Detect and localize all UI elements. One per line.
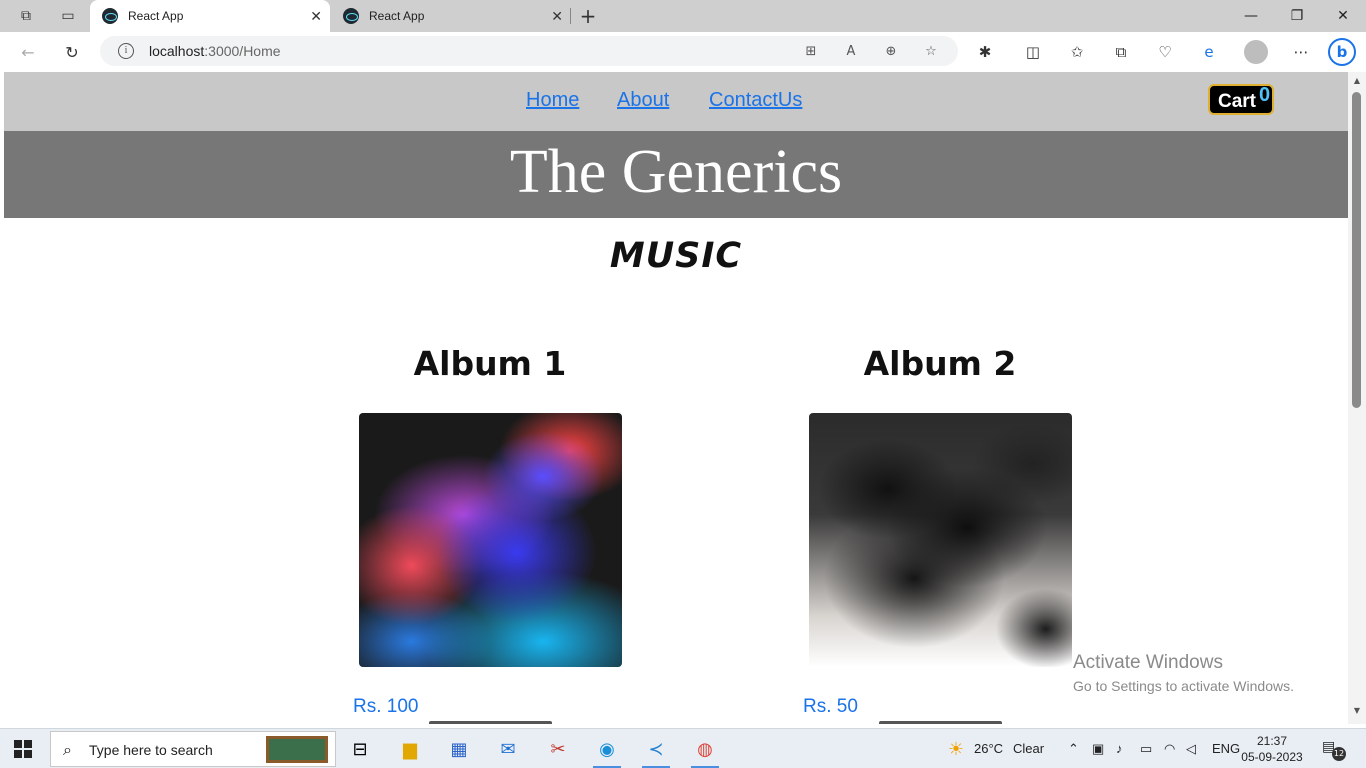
react-favicon-icon (102, 8, 118, 24)
notification-count-badge: 12 (1332, 747, 1346, 761)
scroll-down-arrow-icon[interactable]: ▼ (1352, 706, 1362, 716)
edge-browser-icon[interactable]: ◉ (591, 733, 623, 768)
back-arrow-icon[interactable]: ← (16, 40, 40, 64)
close-tab-icon[interactable]: ✕ (310, 8, 322, 25)
weather-icon[interactable]: ☀ (940, 733, 972, 765)
language-indicator[interactable]: ENG (1212, 741, 1240, 756)
address-bar[interactable]: i localhost:3000/Home ⊞ A ⊕ ☆ (100, 36, 958, 66)
clock-time: 21:37 (1256, 734, 1288, 748)
windows-taskbar: ⌕ Type here to search ⊟ ▆ ▦ ✉ ✂ ◉ ≺ ◍ ☀ … (0, 728, 1366, 768)
weather-temperature[interactable]: 26°C (974, 741, 1003, 756)
more-menu-icon[interactable]: ⋯ (1290, 41, 1312, 63)
scrollbar-thumb[interactable] (1352, 92, 1361, 408)
album-title: Album 2 (863, 344, 1017, 383)
app-available-icon[interactable]: ⊞ (802, 42, 820, 60)
chrome-icon[interactable]: ◍ (689, 733, 721, 768)
profile-avatar[interactable] (1244, 40, 1268, 64)
add-to-cart-button[interactable] (429, 721, 552, 724)
tab-title: React App (128, 9, 184, 23)
notification-center-icon[interactable]: ▤ 12 (1322, 739, 1346, 761)
tab-actions-icon[interactable]: ▭ (58, 6, 78, 26)
vscode-icon[interactable]: ≺ (640, 733, 672, 768)
nav-link-contactus[interactable]: ContactUs (709, 89, 802, 112)
album-image-black-ink[interactable] (809, 413, 1072, 667)
section-heading: MUSIC (609, 236, 743, 276)
windows-start-icon[interactable] (14, 740, 32, 758)
album-title: Album 1 (413, 344, 567, 383)
restore-button[interactable]: ❐ (1274, 0, 1320, 32)
url-text[interactable]: localhost:3000/Home (149, 43, 281, 59)
site-info-icon[interactable]: i (118, 43, 134, 59)
file-explorer-icon[interactable]: ▆ (394, 733, 426, 765)
cart-label: Cart (1218, 91, 1257, 112)
react-favicon-icon (343, 8, 359, 24)
browser-tab[interactable]: React App ✕ (331, 0, 571, 32)
browser-tab-bar: ⧉ ▭ React App ✕ React App ✕ + — ❐ ✕ (0, 0, 1366, 32)
browser-toolbar: ← ↻ i localhost:3000/Home ⊞ A ⊕ ☆ ✱ ◫ ✩ … (0, 32, 1366, 72)
album-price: Rs. 50 (803, 696, 858, 717)
new-tab-button[interactable]: + (578, 4, 598, 28)
search-highlight-image[interactable] (266, 736, 328, 763)
page-scrollbar[interactable]: ▲ ▼ (1348, 72, 1366, 724)
minimize-button[interactable]: — (1228, 0, 1274, 32)
snipping-tool-icon[interactable]: ✂ (542, 733, 574, 765)
volume-muted-icon[interactable]: ◁ (1186, 741, 1196, 757)
microphone-icon[interactable]: ♪ (1116, 741, 1123, 756)
hero-banner: The Generics (4, 131, 1348, 218)
system-clock[interactable]: 21:37 05-09-2023 (1240, 733, 1304, 765)
show-hidden-icons-chevron-icon[interactable]: ⌃ (1068, 741, 1079, 757)
watermark-heading: Activate Windows (1073, 652, 1223, 673)
wifi-icon[interactable]: ◠ (1164, 741, 1175, 757)
scroll-up-arrow-icon[interactable]: ▲ (1352, 76, 1362, 86)
favorite-star-icon[interactable]: ☆ (922, 42, 940, 60)
search-icon: ⌕ (63, 740, 72, 759)
extensions-icon[interactable]: ✱ (974, 41, 996, 63)
read-aloud-icon[interactable]: A (842, 42, 860, 60)
album-image-colorful-smoke[interactable] (359, 413, 622, 667)
workspaces-icon[interactable]: ⧉ (16, 6, 36, 26)
site-navbar: Home About ContactUs Cart 0 (4, 72, 1348, 131)
watermark-subtext: Go to Settings to activate Windows. (1073, 678, 1294, 694)
add-to-cart-button[interactable] (879, 721, 1002, 724)
tab-title: React App (369, 9, 425, 23)
microsoft-store-icon[interactable]: ▦ (443, 733, 475, 765)
weather-condition[interactable]: Clear (1013, 741, 1044, 756)
nav-link-home[interactable]: Home (526, 89, 579, 112)
battery-icon[interactable]: ▭ (1140, 741, 1152, 757)
browser-essentials-icon[interactable]: ♡ (1154, 41, 1176, 63)
favorites-icon[interactable]: ✩ (1066, 41, 1088, 63)
close-tab-icon[interactable]: ✕ (551, 8, 563, 25)
refresh-icon[interactable]: ↻ (60, 40, 84, 64)
tab-divider (570, 8, 571, 24)
cart-button[interactable]: Cart 0 (1208, 84, 1274, 115)
clock-date: 05-09-2023 (1241, 750, 1303, 764)
collections-icon[interactable]: ⧉ (1110, 41, 1132, 63)
site-title: The Generics (509, 138, 843, 206)
mail-icon[interactable]: ✉ (492, 733, 524, 765)
split-screen-icon[interactable]: ◫ (1022, 41, 1044, 63)
meet-now-icon[interactable]: ▣ (1092, 741, 1104, 757)
search-placeholder: Type here to search (89, 742, 213, 758)
browser-tab-active[interactable]: React App ✕ (90, 0, 330, 32)
activate-windows-watermark: Activate Windows Go to Settings to activ… (1073, 652, 1294, 694)
edge-feature-icon[interactable]: e (1198, 41, 1220, 63)
page-viewport: Home About ContactUs Cart 0 The Generics… (4, 72, 1348, 724)
bing-copilot-icon[interactable]: b (1328, 38, 1356, 66)
cart-count-badge: 0 (1259, 84, 1271, 106)
taskbar-search-box[interactable]: ⌕ Type here to search (50, 731, 336, 767)
zoom-icon[interactable]: ⊕ (882, 42, 900, 60)
album-price: Rs. 100 (353, 696, 419, 717)
task-view-icon[interactable]: ⊟ (344, 733, 376, 765)
close-window-button[interactable]: ✕ (1320, 0, 1366, 32)
nav-link-about[interactable]: About (617, 89, 669, 112)
